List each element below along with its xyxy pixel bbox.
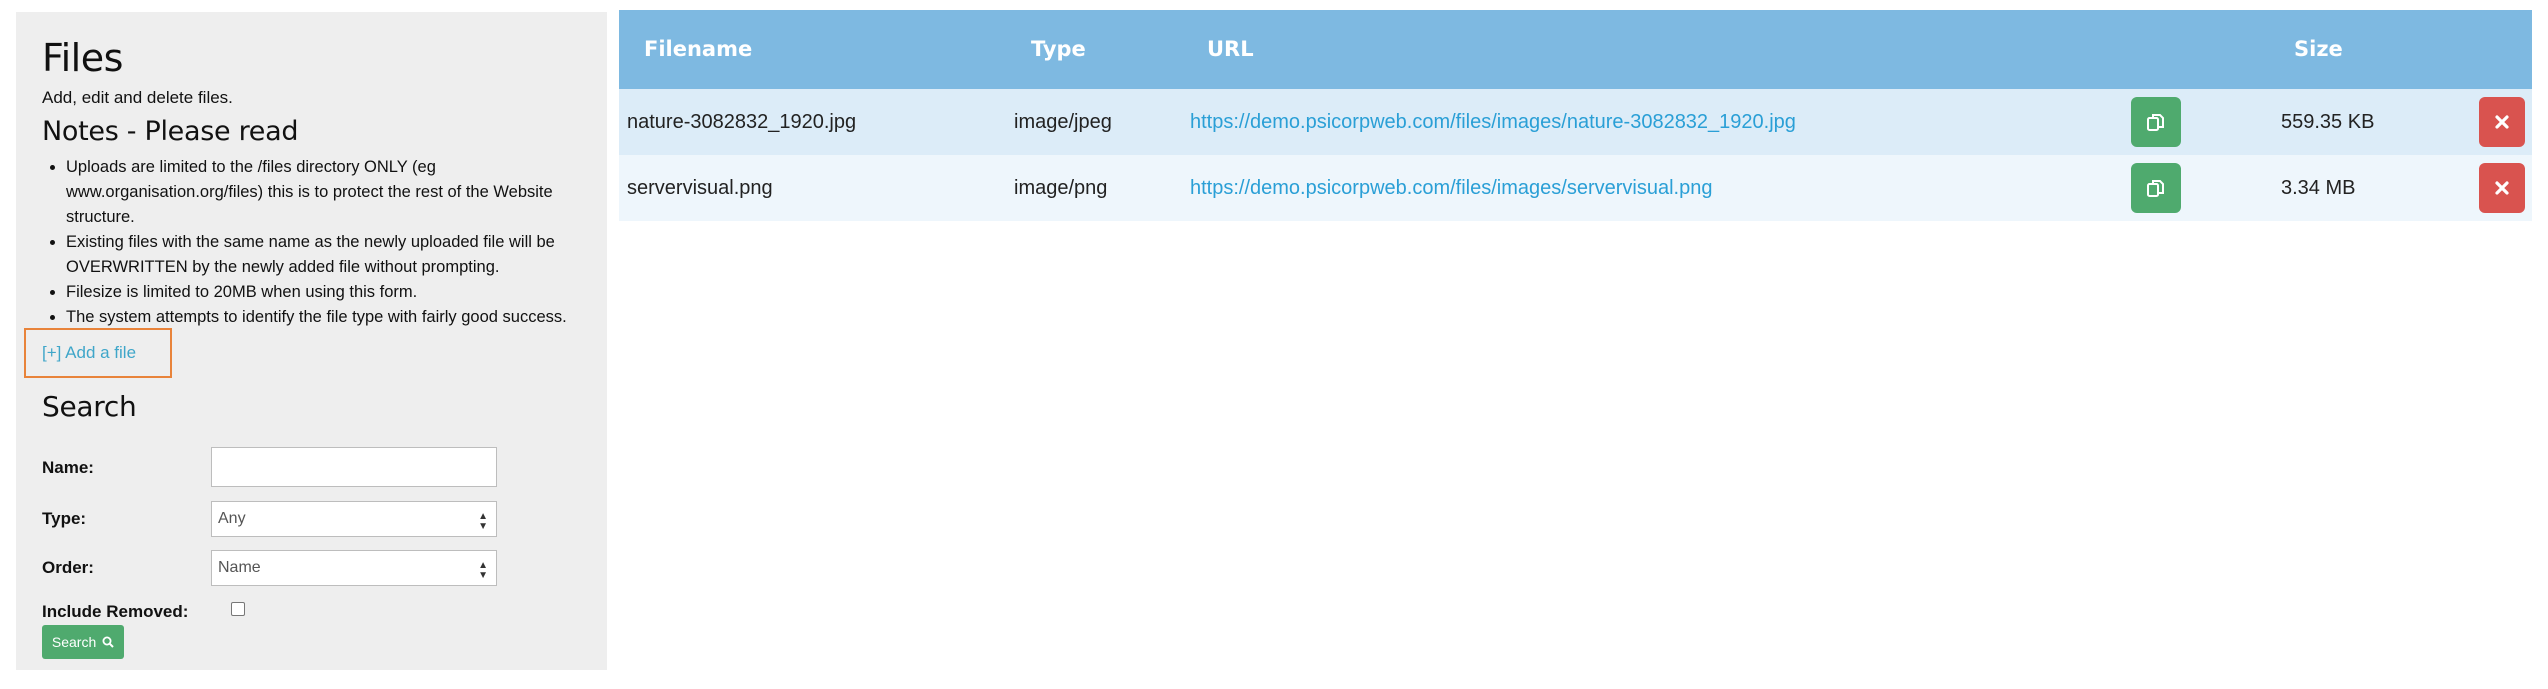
header-url: URL	[1207, 37, 1254, 61]
row-type: image/jpeg	[1014, 111, 1112, 133]
include-removed-label: Include Removed:	[42, 602, 189, 621]
order-label: Order:	[42, 558, 94, 577]
copy-icon	[2147, 114, 2164, 131]
close-icon	[2495, 181, 2509, 195]
order-select[interactable]: Name ▲ ▼	[211, 550, 497, 586]
notes-list: Uploads are limited to the /files direct…	[42, 155, 581, 330]
order-select-value: Name	[218, 559, 261, 576]
note-item: The system attempts to identify the file…	[66, 305, 581, 330]
row-filename: nature-3082832_1920.jpg	[627, 111, 857, 133]
note-item: Existing files with the same name as the…	[66, 230, 581, 280]
notes-title: Notes - Please read	[42, 116, 299, 147]
row-type: image/png	[1014, 177, 1108, 199]
select-arrows-icon: ▲ ▼	[478, 511, 488, 532]
search-icon	[102, 636, 114, 648]
files-table: Filename Type URL Size nature-3082832_19…	[619, 10, 2532, 221]
close-icon	[2495, 115, 2509, 129]
delete-file-button[interactable]	[2479, 163, 2525, 213]
header-type: Type	[1031, 37, 1086, 61]
search-title: Search	[42, 390, 137, 423]
copy-url-button[interactable]	[2131, 97, 2181, 147]
type-label: Type:	[42, 509, 87, 528]
header-size: Size	[2294, 37, 2343, 61]
files-sidebar: Files Add, edit and delete files. Notes …	[16, 12, 607, 670]
type-select-value: Any	[218, 510, 246, 527]
table-header: Filename Type URL Size	[619, 10, 2532, 89]
search-button[interactable]: Search	[42, 625, 124, 659]
row-size: 559.35 KB	[2281, 111, 2375, 133]
page-subtitle: Add, edit and delete files.	[42, 88, 233, 107]
row-filename: servervisual.png	[627, 177, 773, 199]
name-label: Name:	[42, 458, 94, 477]
table-row: nature-3082832_1920.jpg image/jpeg https…	[619, 89, 2532, 155]
type-select[interactable]: Any ▲ ▼	[211, 501, 497, 537]
select-arrows-icon: ▲ ▼	[478, 560, 488, 581]
header-filename: Filename	[644, 37, 753, 61]
include-removed-checkbox[interactable]	[231, 602, 245, 616]
note-item: Uploads are limited to the /files direct…	[66, 155, 581, 230]
delete-file-button[interactable]	[2479, 97, 2525, 147]
page-title: Files	[42, 36, 123, 80]
row-url-link[interactable]: https://demo.psicorpweb.com/files/images…	[1190, 155, 1712, 221]
row-size: 3.34 MB	[2281, 177, 2356, 199]
note-item: Filesize is limited to 20MB when using t…	[66, 280, 581, 305]
copy-icon	[2147, 180, 2164, 197]
copy-url-button[interactable]	[2131, 163, 2181, 213]
name-input[interactable]	[211, 447, 497, 487]
row-url-link[interactable]: https://demo.psicorpweb.com/files/images…	[1190, 89, 1796, 155]
add-file-link[interactable]: [+] Add a file	[24, 328, 172, 378]
search-button-label: Search	[51, 634, 97, 650]
table-row: servervisual.png image/png https://demo.…	[619, 155, 2532, 221]
